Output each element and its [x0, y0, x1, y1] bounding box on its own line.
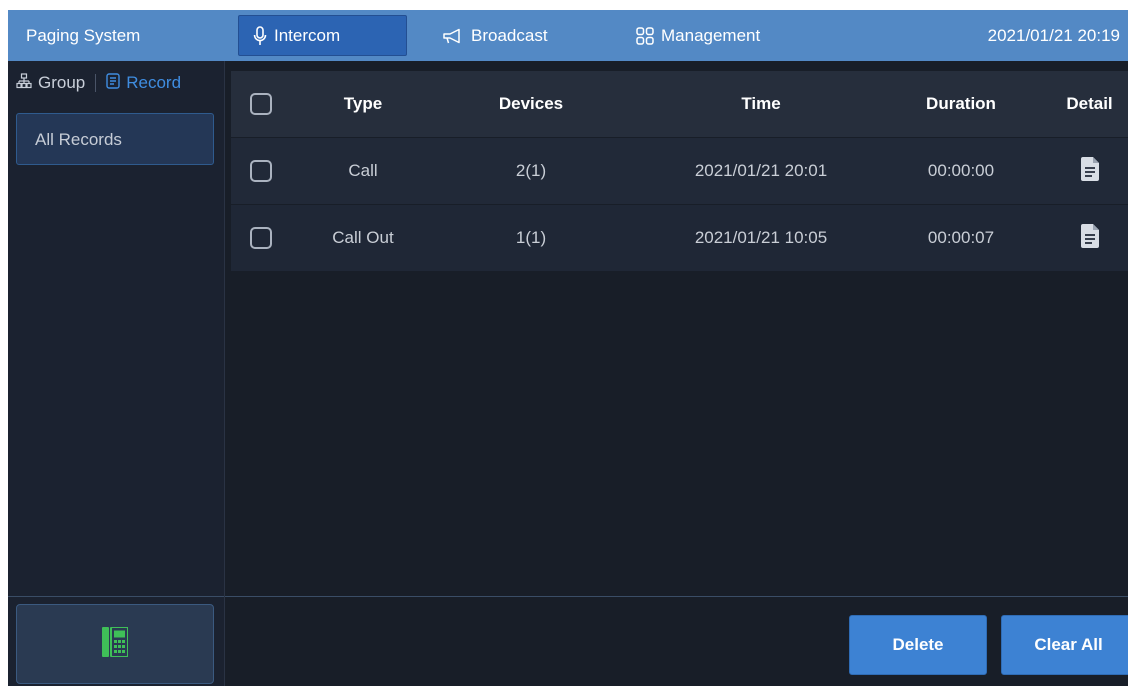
phone-keypad-icon: [102, 625, 129, 662]
footer-divider: [225, 596, 1128, 597]
column-header-duration[interactable]: Duration: [901, 71, 1021, 137]
records-table: Type Devices Time Duration Detail Call 2…: [231, 71, 1128, 271]
tab-label: Broadcast: [471, 26, 548, 45]
cell-type: Call Out: [332, 228, 394, 247]
tab-label: Intercom: [274, 26, 341, 45]
row-checkbox[interactable]: [250, 227, 272, 249]
select-all-checkbox[interactable]: [250, 93, 272, 115]
tab-label: Management: [661, 26, 761, 45]
table-header: Type Devices Time Duration Detail: [231, 71, 1128, 137]
main-panel: Type Devices Time Duration Detail Call 2…: [225, 61, 1128, 686]
sidebar-tab-label: Record: [126, 73, 182, 92]
detail-button[interactable]: [1051, 205, 1128, 271]
cell-devices: 1(1): [515, 228, 547, 247]
delete-button[interactable]: Delete: [849, 615, 987, 675]
cell-duration: 00:00:07: [927, 228, 995, 247]
row-select-cell: [249, 138, 273, 204]
microphone-icon: [253, 25, 267, 46]
document-icon: [1080, 156, 1099, 186]
document-icon: [1080, 223, 1099, 253]
clear-all-button[interactable]: Clear All: [1001, 615, 1128, 675]
cell-devices: 2(1): [515, 161, 547, 180]
cell-time: 2021/01/21 10:05: [694, 228, 828, 247]
org-chart-icon: [16, 72, 32, 94]
table-row[interactable]: Call Out 1(1) 2021/01/21 10:05 00:00:07: [231, 205, 1128, 271]
tab-management[interactable]: Management: [622, 15, 774, 56]
phone-keypad-button[interactable]: [16, 604, 214, 684]
tab-intercom[interactable]: Intercom: [238, 15, 407, 56]
column-header-devices[interactable]: Devices: [471, 71, 591, 137]
document-list-icon: [106, 72, 120, 94]
top-bar: Paging System Intercom Broadcast Managem…: [8, 10, 1128, 61]
column-header-time[interactable]: Time: [651, 71, 871, 137]
sidebar-tabs: Group Record: [8, 61, 224, 105]
table-row[interactable]: Call 2(1) 2021/01/21 20:01 00:00:00: [231, 138, 1128, 204]
cell-duration: 00:00:00: [927, 161, 995, 180]
row-select-cell: [249, 205, 273, 271]
sidebar-tab-separator: [95, 74, 97, 92]
row-checkbox[interactable]: [250, 160, 272, 182]
datetime: 2021/01/21 20:19: [987, 26, 1120, 45]
sidebar-item-label: All Records: [35, 130, 122, 149]
sidebar-divider: [8, 596, 224, 597]
tab-broadcast[interactable]: Broadcast: [428, 15, 562, 56]
screen: Paging System Intercom Broadcast Managem…: [8, 10, 1128, 686]
sidebar: Group Record All Records: [8, 61, 225, 686]
cell-time: 2021/01/21 20:01: [694, 161, 828, 180]
megaphone-icon: [442, 28, 464, 44]
detail-button[interactable]: [1051, 138, 1128, 204]
app-title: Paging System: [26, 26, 141, 45]
column-header-type[interactable]: Type: [313, 71, 413, 137]
select-all-cell: [249, 71, 273, 137]
sidebar-tab-label: Group: [38, 73, 86, 92]
sidebar-item-all-records[interactable]: All Records: [16, 113, 214, 165]
sidebar-tab-group[interactable]: Group: [8, 72, 86, 94]
cell-type: Call: [348, 161, 378, 180]
grid-icon: [636, 26, 654, 45]
sidebar-tab-record[interactable]: Record: [106, 72, 182, 94]
column-header-detail: Detail: [1066, 94, 1113, 113]
